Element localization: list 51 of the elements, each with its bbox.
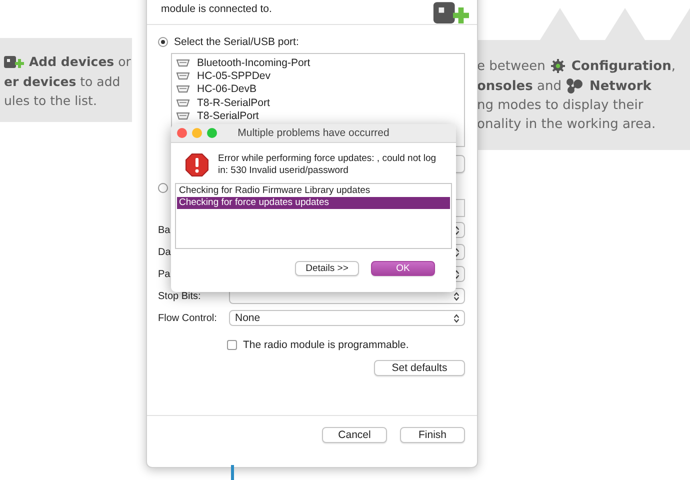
description-text: module is connected to. <box>161 3 272 15</box>
info-text: ng modes to display their <box>477 98 644 113</box>
set-defaults-button[interactable]: Set defaults <box>374 360 465 376</box>
info-text: Add devices or <box>29 54 131 68</box>
port-item[interactable]: T8-SerialPort <box>197 110 259 122</box>
checkbox-label[interactable]: The radio module is programmable. <box>243 339 409 351</box>
info-text: onsoles and <box>477 78 562 94</box>
setting-label: Stop Bits: <box>158 290 202 302</box>
stepper-arrows-icon <box>453 268 460 280</box>
setting-label: Flow Control: <box>158 312 218 324</box>
problem-item[interactable]: Checking for force updates updates <box>177 197 450 209</box>
serial-port-icon <box>176 70 190 81</box>
serial-port-icon <box>176 98 190 108</box>
port-item[interactable]: Bluetooth-Incoming-Port <box>197 56 310 69</box>
minimize-button[interactable] <box>192 128 202 138</box>
checkbox[interactable] <box>227 340 237 350</box>
error-icon <box>185 153 209 177</box>
dialog-title: Multiple problems have occurred <box>238 127 390 139</box>
zoom-button[interactable] <box>207 128 217 138</box>
radio-button[interactable] <box>158 37 168 47</box>
stepper-arrows-icon <box>453 290 460 302</box>
info-text: ules to the list. <box>4 93 97 108</box>
details-button[interactable]: Details >> <box>295 261 359 276</box>
setting-label: Da <box>158 246 172 258</box>
info-text: Network <box>589 78 652 94</box>
error-message: Error while performing force updates: , could not log in: 530 Invalid userid/password <box>218 153 438 177</box>
radio-label[interactable]: Select the Serial/USB port: <box>174 36 299 48</box>
footer-button[interactable]: Finish <box>400 427 465 443</box>
port-item[interactable]: HC-06-DevB <box>197 83 257 96</box>
info-text: Configuration, <box>571 58 676 74</box>
dropdown[interactable]: None <box>229 310 465 326</box>
info-text: er devices to add <box>4 74 120 89</box>
close-button[interactable] <box>177 128 187 138</box>
radio-button[interactable] <box>158 183 168 193</box>
network-icon <box>566 78 584 94</box>
footer-button[interactable]: Cancel <box>322 427 387 443</box>
ok-button[interactable]: OK <box>371 261 435 276</box>
serial-port-icon <box>176 58 190 68</box>
setting-label: Ba <box>158 224 172 236</box>
problem-item[interactable]: Checking for Radio Firmware Library updates <box>177 185 450 197</box>
info-text: e between <box>477 58 546 74</box>
port-item[interactable]: T8-R-SerialPort <box>197 96 270 109</box>
info-text: onality in the working area. <box>477 117 656 132</box>
setting-label: Pa <box>158 268 172 280</box>
stepper-arrows-icon <box>453 224 460 236</box>
stepper-arrows-icon <box>453 312 460 324</box>
gear-icon <box>550 58 566 74</box>
port-item[interactable]: HC-05-SPPDev <box>197 70 271 82</box>
stepper-arrows-icon <box>453 246 460 258</box>
serial-port-icon <box>176 110 190 121</box>
serial-port-icon <box>176 84 190 94</box>
